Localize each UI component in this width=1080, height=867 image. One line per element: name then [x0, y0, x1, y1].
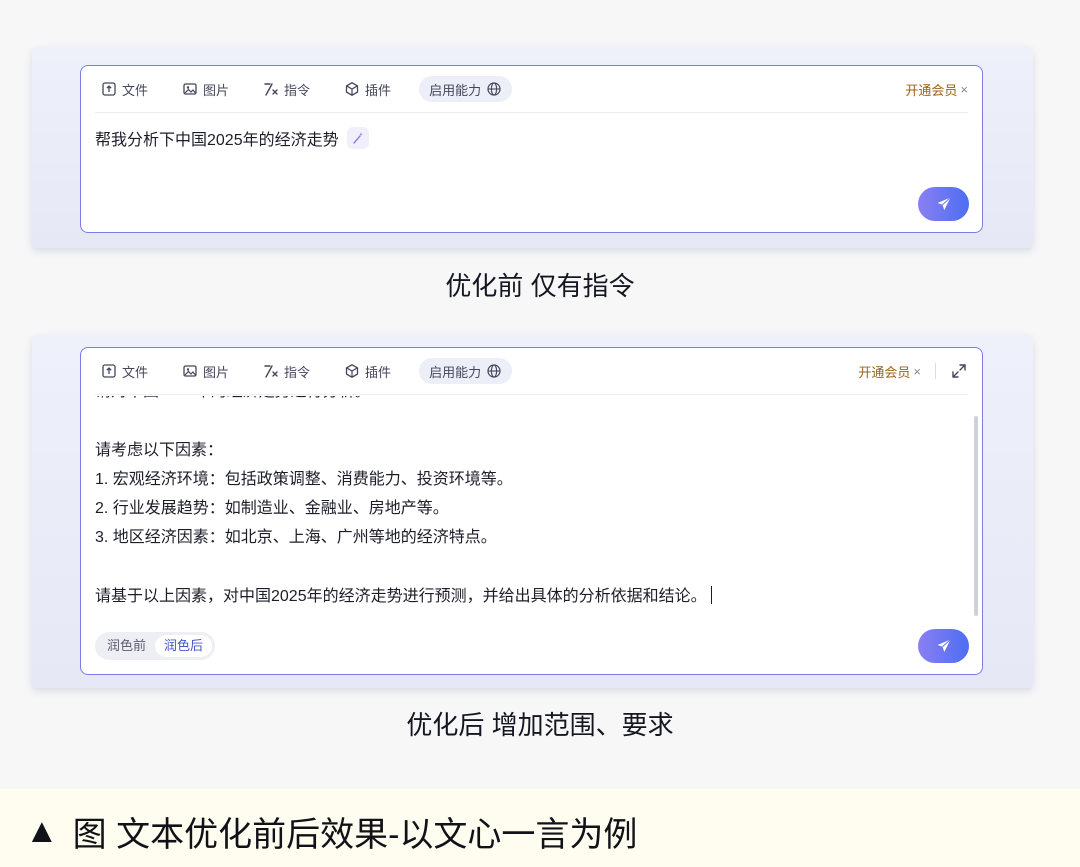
plugin-tool-button[interactable]: 插件: [338, 358, 397, 384]
after-caption: 优化后 增加范围、要求: [406, 710, 674, 740]
file-tool-label: 文件: [122, 82, 149, 98]
file-upload-icon: [101, 81, 117, 97]
prompt-line: 请基于以上因素，对中国2025年的经济走势进行预测，并给出具体的分析依据和结论。: [95, 588, 707, 606]
prompt-line: [95, 553, 958, 582]
enable-ability-label: 启用能力: [429, 82, 482, 98]
send-button[interactable]: [918, 629, 969, 663]
enable-ability-label: 启用能力: [429, 364, 482, 380]
polish-after-option[interactable]: 润色后: [155, 635, 213, 657]
open-membership-label: 开通会员: [905, 82, 958, 98]
toolbar-divider: [935, 363, 936, 379]
image-icon: [182, 81, 198, 97]
file-tool-button[interactable]: 文件: [95, 76, 154, 102]
instruction-tool-label: 指令: [284, 82, 311, 98]
expand-icon[interactable]: [950, 362, 968, 380]
plugin-cube-icon: [344, 81, 360, 97]
send-button[interactable]: [918, 187, 969, 221]
before-toolbar: 文件 图片 指令 插件 启用能力 开通会员 ×: [95, 74, 968, 113]
after-panel: 文件 图片 指令 插件 启用能力 开通会员 × 请考虑以下因素： 1. 宏观经济…: [32, 335, 1033, 688]
send-icon: [935, 637, 953, 655]
globe-icon: [486, 363, 502, 379]
open-membership-button[interactable]: 开通会员 ×: [905, 80, 968, 99]
after-toolbar: 文件 图片 指令 插件 启用能力 开通会员 ×: [95, 356, 968, 395]
plugin-tool-label: 插件: [365, 364, 392, 380]
close-icon[interactable]: ×: [960, 82, 968, 97]
scrollbar[interactable]: [974, 416, 978, 616]
instruction-icon: [263, 81, 279, 97]
magic-wand-icon[interactable]: [346, 127, 369, 149]
figure-caption-bar: ▲ 图 文本优化前后效果-以文心一言为例: [0, 789, 1080, 867]
image-tool-label: 图片: [203, 82, 230, 98]
prompt-text: 帮我分析下中国2025年的经济走势: [95, 132, 339, 149]
image-icon: [182, 363, 198, 379]
polish-toggle[interactable]: 润色前 润色后: [95, 632, 216, 660]
prompt-line: [95, 406, 958, 435]
enable-ability-button[interactable]: 启用能力: [419, 76, 513, 102]
instruction-tool-button[interactable]: 指令: [257, 76, 316, 102]
image-tool-button[interactable]: 图片: [176, 76, 235, 102]
instruction-icon: [263, 363, 279, 379]
instruction-tool-label: 指令: [284, 364, 311, 380]
image-tool-button[interactable]: 图片: [176, 358, 235, 384]
plugin-tool-label: 插件: [365, 82, 392, 98]
prompt-text-area[interactable]: 帮我分析下中国2025年的经济走势: [95, 126, 369, 150]
image-tool-label: 图片: [203, 364, 230, 380]
plugin-cube-icon: [344, 363, 360, 379]
figure-caption-text: 图 文本优化前后效果-以文心一言为例: [72, 816, 638, 854]
globe-icon: [486, 81, 502, 97]
instruction-tool-button[interactable]: 指令: [257, 358, 316, 384]
prompt-line: 1. 宏观经济环境：包括政策调整、消费能力、投资环境等。: [95, 470, 513, 488]
before-caption: 优化前 仅有指令: [445, 271, 635, 301]
prompt-last-line: 请基于以上因素，对中国2025年的经济走势进行预测，并给出具体的分析依据和结论。: [95, 582, 958, 611]
optimized-prompt-area[interactable]: 请对中国2025年的经济走势进行分析。 请考虑以下因素： 1. 宏观经济环境：包…: [95, 396, 958, 626]
open-membership-label: 开通会员: [858, 364, 911, 380]
file-tool-button[interactable]: 文件: [95, 358, 154, 384]
before-input-box[interactable]: 文件 图片 指令 插件 启用能力 开通会员 × 帮我分析下中国2025年的经济走…: [80, 65, 983, 233]
triangle-marker: ▲: [25, 812, 59, 850]
close-icon[interactable]: ×: [913, 364, 921, 379]
text-caret: [710, 586, 712, 605]
file-tool-label: 文件: [122, 364, 149, 380]
figure-caption: ▲ 图 文本优化前后效果-以文心一言为例: [25, 807, 637, 856]
before-panel: 文件 图片 指令 插件 启用能力 开通会员 × 帮我分析下中国2025年的经济走…: [32, 47, 1033, 248]
polish-before-option[interactable]: 润色前: [98, 635, 155, 657]
open-membership-button[interactable]: 开通会员 ×: [858, 362, 921, 381]
plugin-tool-button[interactable]: 插件: [338, 76, 397, 102]
file-upload-icon: [101, 363, 117, 379]
prompt-line: 请考虑以下因素：: [95, 441, 224, 459]
prompt-line: 3. 地区经济因素：如北京、上海、广州等地的经济特点。: [95, 529, 497, 547]
prompt-line: 请对中国2025年的经济走势进行分析。: [95, 396, 958, 406]
after-input-box[interactable]: 文件 图片 指令 插件 启用能力 开通会员 × 请考虑以下因素： 1. 宏观经济…: [80, 347, 983, 675]
prompt-line: 2. 行业发展趋势：如制造业、金融业、房地产等。: [95, 500, 449, 518]
send-icon: [935, 195, 953, 213]
enable-ability-button[interactable]: 启用能力: [419, 358, 513, 384]
